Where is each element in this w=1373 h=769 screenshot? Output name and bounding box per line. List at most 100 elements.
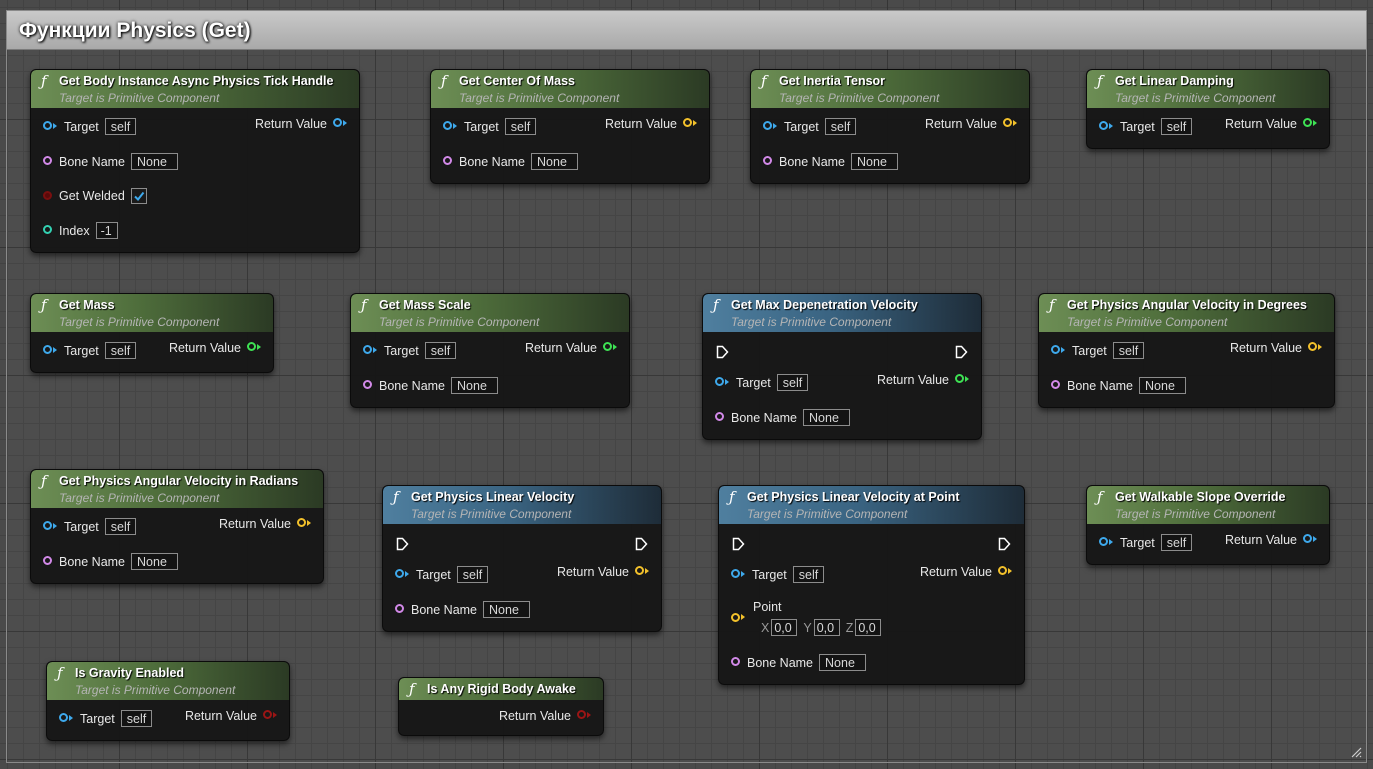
- node-header[interactable]: ƒ Get Linear Damping Target is Primitive…: [1087, 70, 1329, 108]
- return-pin-row[interactable]: Return Value: [499, 708, 591, 730]
- node-header[interactable]: ƒ Get Body Instance Async Physics Tick H…: [31, 70, 359, 108]
- bool-pin-icon[interactable]: [43, 190, 52, 200]
- point-x-field[interactable]: 0,0: [771, 619, 798, 636]
- bool-pin-icon[interactable]: [577, 710, 586, 720]
- node-header[interactable]: ƒ Get Physics Linear Velocity at Point T…: [719, 486, 1024, 524]
- bone-name-field[interactable]: None: [1139, 377, 1187, 394]
- float-pin-icon[interactable]: [247, 342, 256, 352]
- bone-name-field[interactable]: None: [131, 153, 179, 170]
- target-field[interactable]: self: [456, 566, 489, 583]
- bone-name-pin-row[interactable]: Bone Name None: [43, 553, 179, 575]
- name-pin-icon[interactable]: [43, 556, 52, 565]
- target-field[interactable]: self: [120, 710, 153, 727]
- node-header[interactable]: ƒ Is Gravity Enabled Target is Primitive…: [47, 662, 289, 700]
- node-get-center-of-mass[interactable]: ƒ Get Center Of Mass Target is Primitive…: [430, 69, 710, 184]
- vector-pin-icon[interactable]: [998, 566, 1007, 576]
- bone-name-field[interactable]: None: [803, 409, 851, 426]
- struct-pin-icon[interactable]: [1303, 534, 1312, 544]
- node-header[interactable]: ƒ Get Mass Scale Target is Primitive Com…: [351, 294, 629, 332]
- return-pin-row[interactable]: Return Value: [185, 708, 277, 730]
- target-field[interactable]: self: [104, 118, 137, 135]
- target-pin-row[interactable]: Target self: [43, 342, 137, 364]
- return-pin-row[interactable]: Return Value: [169, 340, 261, 362]
- object-pin-icon[interactable]: [43, 345, 52, 354]
- return-pin-row[interactable]: Return Value: [255, 116, 347, 138]
- object-pin-icon[interactable]: [43, 121, 52, 130]
- return-pin-row[interactable]: Return Value: [525, 340, 617, 362]
- node-header[interactable]: ƒ Get Inertia Tensor Target is Primitive…: [751, 70, 1029, 108]
- node-get-max-depenetration-velocity[interactable]: ƒ Get Max Depenetration Velocity Target …: [702, 293, 982, 440]
- bone-name-pin-row[interactable]: Bone Name None: [395, 601, 531, 623]
- bone-name-field[interactable]: None: [131, 553, 179, 570]
- bool-pin-icon[interactable]: [263, 710, 272, 720]
- object-pin-icon[interactable]: [1099, 537, 1108, 546]
- return-pin-row[interactable]: Return Value: [1225, 532, 1317, 554]
- target-pin-row[interactable]: Target self: [59, 710, 153, 732]
- bone-name-field[interactable]: None: [819, 654, 867, 671]
- get-welded-checkbox[interactable]: [130, 188, 147, 204]
- exec-out-pin-icon[interactable]: [635, 537, 648, 551]
- target-field[interactable]: self: [104, 518, 137, 535]
- object-pin-icon[interactable]: [395, 569, 404, 578]
- index-field[interactable]: -1: [95, 222, 118, 239]
- point-y-field[interactable]: 0,0: [813, 619, 840, 636]
- target-pin-row[interactable]: Target self: [1051, 342, 1145, 364]
- target-field[interactable]: self: [1160, 118, 1193, 135]
- target-pin-row[interactable]: Target self: [43, 518, 137, 540]
- vector-pin-icon[interactable]: [1003, 118, 1012, 128]
- point-pin-row[interactable]: Point: [731, 599, 788, 623]
- vector-pin-icon[interactable]: [635, 566, 644, 576]
- node-is-any-rigid-body-awake[interactable]: ƒ Is Any Rigid Body Awake Return Value: [398, 677, 604, 736]
- return-pin-row[interactable]: Return Value: [557, 564, 649, 586]
- object-pin-icon[interactable]: [763, 121, 772, 130]
- vector-pin-icon[interactable]: [731, 613, 740, 623]
- bone-name-pin-row[interactable]: Bone Name None: [763, 153, 899, 175]
- node-get-walkable-slope-override[interactable]: ƒ Get Walkable Slope Override Target is …: [1086, 485, 1330, 565]
- target-pin-row[interactable]: Target self: [1099, 118, 1193, 140]
- target-field[interactable]: self: [824, 118, 857, 135]
- target-pin-row[interactable]: Target self: [363, 342, 457, 364]
- name-pin-icon[interactable]: [43, 156, 52, 165]
- get-welded-pin-row[interactable]: Get Welded: [43, 188, 147, 210]
- bone-name-pin-row[interactable]: Bone Name None: [1051, 377, 1187, 399]
- bone-name-pin-row[interactable]: Bone Name None: [363, 377, 499, 399]
- name-pin-icon[interactable]: [763, 156, 772, 165]
- name-pin-icon[interactable]: [363, 380, 372, 389]
- float-pin-icon[interactable]: [955, 374, 964, 384]
- return-pin-row[interactable]: Return Value: [605, 116, 697, 138]
- return-pin-row[interactable]: Return Value: [877, 372, 969, 394]
- target-pin-row[interactable]: Target self: [43, 118, 137, 140]
- exec-in-pin-icon[interactable]: [732, 537, 745, 551]
- object-pin-icon[interactable]: [363, 345, 372, 354]
- node-get-body-instance-async-physics-tick-handle[interactable]: ƒ Get Body Instance Async Physics Tick H…: [30, 69, 360, 253]
- index-pin-row[interactable]: Index -1: [43, 222, 118, 244]
- bone-name-pin-row[interactable]: Bone Name None: [443, 153, 579, 175]
- node-get-physics-angular-velocity-degrees[interactable]: ƒ Get Physics Angular Velocity in Degree…: [1038, 293, 1335, 408]
- comment-header[interactable]: Функции Physics (Get): [7, 11, 1366, 50]
- node-header[interactable]: ƒ Get Walkable Slope Override Target is …: [1087, 486, 1329, 524]
- target-pin-row[interactable]: Target self: [443, 118, 537, 140]
- name-pin-icon[interactable]: [443, 156, 452, 165]
- vector-pin-icon[interactable]: [297, 518, 306, 528]
- resize-grip-icon[interactable]: [1350, 746, 1362, 758]
- vector-pin-icon[interactable]: [1308, 342, 1317, 352]
- vector-pin-icon[interactable]: [683, 118, 692, 128]
- node-get-physics-linear-velocity[interactable]: ƒ Get Physics Linear Velocity Target is …: [382, 485, 662, 632]
- node-get-physics-angular-velocity-radians[interactable]: ƒ Get Physics Angular Velocity in Radian…: [30, 469, 324, 584]
- exec-out-pin-icon[interactable]: [955, 345, 968, 359]
- node-is-gravity-enabled[interactable]: ƒ Is Gravity Enabled Target is Primitive…: [46, 661, 290, 741]
- bone-name-pin-row[interactable]: Bone Name None: [43, 153, 179, 175]
- target-field[interactable]: self: [1112, 342, 1145, 359]
- object-pin-icon[interactable]: [59, 713, 68, 722]
- object-pin-icon[interactable]: [1051, 345, 1060, 354]
- bone-name-pin-row[interactable]: Bone Name None: [731, 654, 867, 676]
- float-pin-icon[interactable]: [603, 342, 612, 352]
- name-pin-icon[interactable]: [715, 412, 724, 421]
- node-header[interactable]: ƒ Get Physics Angular Velocity in Radian…: [31, 470, 323, 508]
- object-pin-icon[interactable]: [731, 569, 740, 578]
- node-get-physics-linear-velocity-at-point[interactable]: ƒ Get Physics Linear Velocity at Point T…: [718, 485, 1025, 685]
- name-pin-icon[interactable]: [1051, 380, 1060, 389]
- object-pin-icon[interactable]: [43, 521, 52, 530]
- node-header[interactable]: ƒ Get Mass Target is Primitive Component: [31, 294, 273, 332]
- target-field[interactable]: self: [424, 342, 457, 359]
